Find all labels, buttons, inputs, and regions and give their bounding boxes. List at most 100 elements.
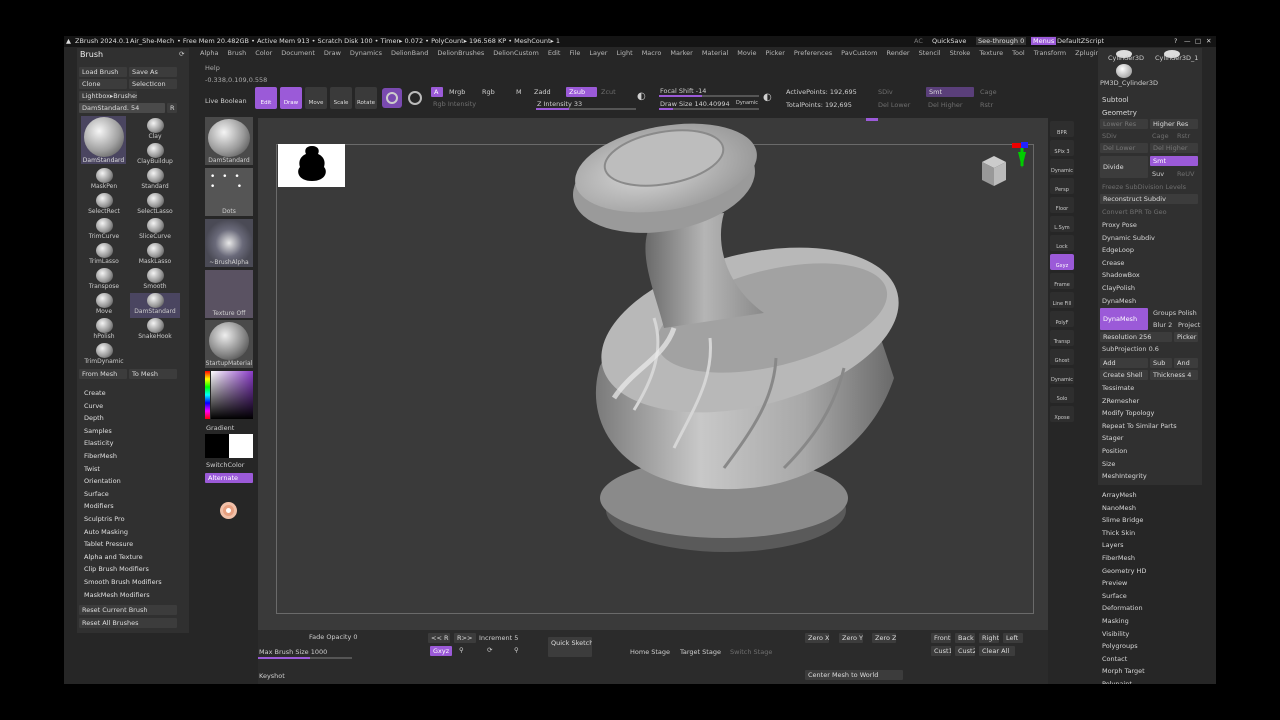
tool-item-masking[interactable]: Masking bbox=[1102, 617, 1129, 625]
reuv-button[interactable]: ReUV bbox=[1177, 170, 1194, 178]
menu-delioncustom[interactable]: DelionCustom bbox=[493, 49, 539, 57]
menu-draw[interactable]: Draw bbox=[324, 49, 341, 57]
tool-item-deformation[interactable]: Deformation bbox=[1102, 604, 1143, 612]
shelf-floor-button[interactable]: Floor bbox=[1050, 197, 1074, 213]
reset-all-brushes-button[interactable]: Reset All Brushes bbox=[79, 618, 177, 628]
brush-subpalette-maskmesh-modifiers[interactable]: MaskMesh Modifiers bbox=[84, 591, 150, 599]
tool-item-repeat-to-similar-parts[interactable]: Repeat To Similar Parts bbox=[1102, 422, 1177, 430]
prev-record-button[interactable]: << R bbox=[428, 633, 450, 643]
reconstruct-subdiv-button[interactable]: Reconstruct Subdiv bbox=[1100, 194, 1198, 204]
tool-item-claypolish[interactable]: ClayPolish bbox=[1102, 284, 1135, 292]
brush-subpalette-samples[interactable]: Samples bbox=[84, 427, 112, 435]
tool-item-meshintegrity[interactable]: MeshIntegrity bbox=[1102, 472, 1147, 480]
document-canvas[interactable] bbox=[258, 118, 1048, 630]
zero-z-button[interactable]: Zero Z bbox=[872, 633, 896, 643]
menu-zplugin[interactable]: Zplugin bbox=[1075, 49, 1100, 57]
tool-item-preview[interactable]: Preview bbox=[1102, 579, 1127, 587]
tool-item-zremesher[interactable]: ZRemesher bbox=[1102, 397, 1139, 405]
rgb-button[interactable]: Rgb bbox=[482, 88, 495, 96]
picker-button[interactable]: Picker bbox=[1174, 332, 1198, 342]
shelf-line-fill-button[interactable]: Line Fill bbox=[1050, 292, 1074, 308]
focal-shift-slider[interactable]: Focal Shift -14 bbox=[660, 87, 706, 95]
gradient-label[interactable]: Gradient bbox=[206, 424, 234, 432]
current-brush-slider[interactable]: DamStandard. 54 bbox=[79, 103, 165, 113]
menu-transform[interactable]: Transform bbox=[1034, 49, 1066, 57]
zero-y-button[interactable]: Zero Y bbox=[839, 633, 863, 643]
to-mesh-button[interactable]: To Mesh bbox=[129, 369, 177, 379]
zcut-button[interactable]: Zcut bbox=[601, 88, 616, 96]
thickness-slider[interactable]: Thickness 4 bbox=[1150, 370, 1198, 380]
brush-subpalette-depth[interactable]: Depth bbox=[84, 414, 104, 422]
clone-button[interactable]: Clone bbox=[79, 79, 127, 89]
tool-item-geometry-hd[interactable]: Geometry HD bbox=[1102, 567, 1146, 575]
navigation-cube-icon[interactable] bbox=[972, 142, 1032, 202]
symmetry-sphere-icon[interactable] bbox=[382, 88, 402, 108]
a-button[interactable]: A bbox=[431, 87, 443, 97]
default-zscript[interactable]: DefaultZScript bbox=[1057, 37, 1104, 45]
mode-rotate-button[interactable]: Rotate bbox=[355, 87, 377, 109]
mode-move-button[interactable]: Move bbox=[305, 87, 327, 109]
mode-scale-button[interactable]: Scale bbox=[330, 87, 352, 109]
menu-preferences[interactable]: Preferences bbox=[794, 49, 832, 57]
shelf-ghost-button[interactable]: Ghost bbox=[1050, 349, 1074, 365]
zero-x-button[interactable]: Zero X bbox=[805, 633, 829, 643]
divide-button[interactable]: Divide bbox=[1100, 156, 1148, 178]
current-brush-preview[interactable]: DamStandard bbox=[81, 116, 126, 164]
brush-slicecurve[interactable]: SliceCurve bbox=[130, 218, 180, 243]
secondary-color-swatch[interactable] bbox=[229, 434, 253, 458]
lower-res-button[interactable]: Lower Res bbox=[1100, 119, 1148, 129]
menu-stencil[interactable]: Stencil bbox=[919, 49, 941, 57]
brush-selectrect[interactable]: SelectRect bbox=[79, 193, 129, 218]
brush-subpalette-modifiers[interactable]: Modifiers bbox=[84, 502, 114, 510]
brush-trimcurve[interactable]: TrimCurve bbox=[79, 218, 129, 243]
menu-movie[interactable]: Movie bbox=[737, 49, 756, 57]
menu-stroke[interactable]: Stroke bbox=[950, 49, 971, 57]
rstr-button[interactable]: Rstr bbox=[980, 101, 993, 109]
rstr-button-geometry[interactable]: Rstr bbox=[1177, 132, 1190, 140]
menu-material[interactable]: Material bbox=[702, 49, 728, 57]
brush-damstandard[interactable]: DamStandard bbox=[130, 293, 180, 318]
stroke-thumb[interactable]: • • • • • Dots bbox=[205, 168, 253, 216]
dynamesh-header[interactable]: DynaMesh bbox=[1102, 297, 1136, 305]
shelf-transp-button[interactable]: Transp bbox=[1050, 330, 1074, 346]
menu-delionband[interactable]: DelionBand bbox=[391, 49, 428, 57]
brush-standard[interactable]: Standard bbox=[130, 168, 180, 193]
brush-trimlasso[interactable]: TrimLasso bbox=[79, 243, 129, 268]
brush-subpalette-elasticity[interactable]: Elasticity bbox=[84, 439, 113, 447]
menu-pavcustom[interactable]: PavCustom bbox=[841, 49, 877, 57]
smt-button[interactable]: Smt bbox=[926, 87, 974, 97]
subtool-item-2[interactable]: Cylinder3D_1 bbox=[1155, 54, 1198, 62]
m-button[interactable]: M bbox=[516, 88, 522, 96]
tool-item-nanomesh[interactable]: NanoMesh bbox=[1102, 504, 1136, 512]
cage-button[interactable]: Cage bbox=[980, 88, 997, 96]
brush-subpalette-curve[interactable]: Curve bbox=[84, 402, 103, 410]
target-stage-button[interactable]: Target Stage bbox=[680, 648, 721, 656]
cage-button-geometry[interactable]: Cage bbox=[1152, 132, 1169, 140]
sdiv-slider-geometry[interactable]: SDiv bbox=[1102, 132, 1117, 140]
save-as-button[interactable]: Save As bbox=[129, 67, 177, 77]
menu-document[interactable]: Document bbox=[281, 49, 315, 57]
palette-pin-icon[interactable]: ⟳ bbox=[179, 50, 184, 58]
brush-subpalette-auto-masking[interactable]: Auto Masking bbox=[84, 528, 128, 536]
brush-claybuildup[interactable]: ClayBuildup bbox=[130, 143, 180, 168]
tool-item-dynamic-subdiv[interactable]: Dynamic Subdiv bbox=[1102, 234, 1155, 242]
shelf-frame-button[interactable]: Frame bbox=[1050, 273, 1074, 289]
shelf-xpose-button[interactable]: Xpose bbox=[1050, 406, 1074, 422]
brush-smooth[interactable]: Smooth bbox=[130, 268, 180, 293]
tool-item-proxy-pose[interactable]: Proxy Pose bbox=[1102, 221, 1137, 229]
del-lower-button[interactable]: Del Lower bbox=[878, 101, 910, 109]
zoom-small-icon[interactable]: ⚲ bbox=[514, 646, 519, 654]
dynamesh-button[interactable]: DynaMesh bbox=[1100, 308, 1148, 330]
menu-picker[interactable]: Picker bbox=[766, 49, 785, 57]
dynamic-toggle[interactable]: Dynamic bbox=[736, 100, 758, 106]
help-icon[interactable]: ? bbox=[1174, 37, 1177, 45]
menu-delionbrushes[interactable]: DelionBrushes bbox=[437, 49, 484, 57]
project-toggle[interactable]: Project bbox=[1178, 321, 1200, 329]
quicksave-button[interactable]: QuickSave bbox=[932, 37, 966, 45]
menu-render[interactable]: Render bbox=[886, 49, 909, 57]
higher-res-button[interactable]: Higher Res bbox=[1150, 119, 1198, 129]
home-stage-button[interactable]: Home Stage bbox=[630, 648, 670, 656]
del-higher-button[interactable]: Del Higher bbox=[928, 101, 963, 109]
brush-r-button[interactable]: R bbox=[167, 103, 177, 113]
shelf-dynamic-button[interactable]: Dynamic bbox=[1050, 368, 1074, 384]
